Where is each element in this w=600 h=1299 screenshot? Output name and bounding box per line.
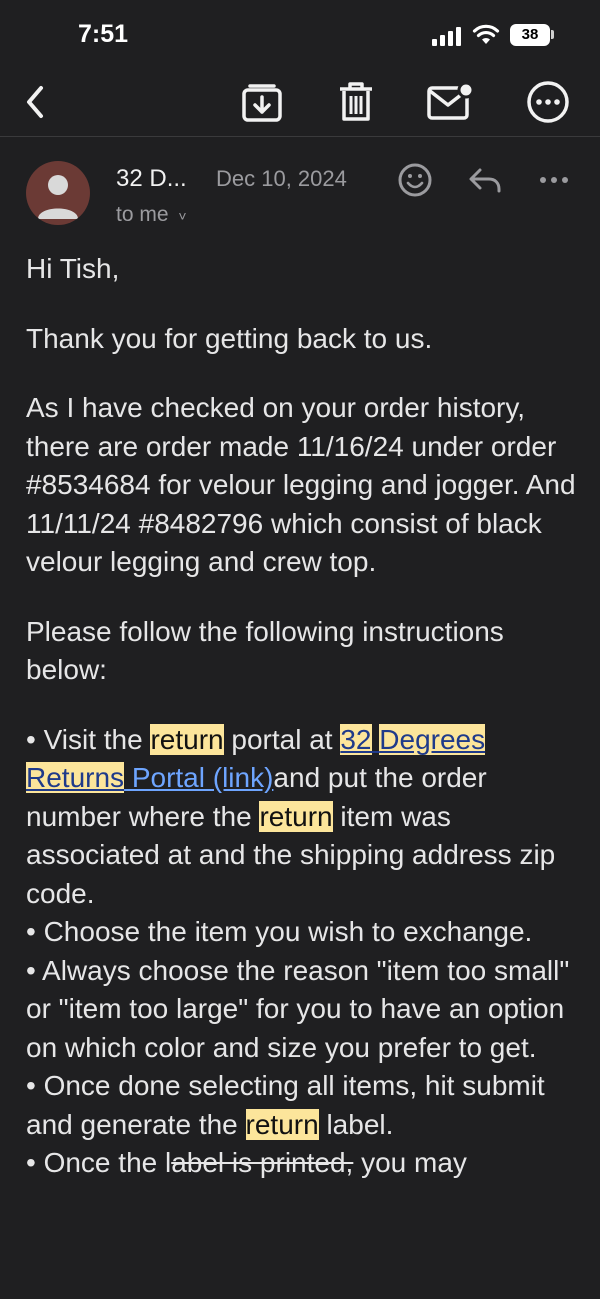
reply-icon[interactable]	[464, 159, 506, 201]
message-date: Dec 10, 2024	[216, 166, 347, 191]
message-more-icon[interactable]	[533, 159, 575, 201]
list-item-text: you may	[353, 1147, 467, 1178]
battery-icon: 38	[510, 24, 550, 46]
emoji-reaction-icon[interactable]	[394, 159, 436, 201]
returns-portal-link-text[interactable]: Portal (link)	[124, 762, 274, 793]
message-header: 32 D... Dec 10, 2024 to me ˅	[0, 137, 600, 247]
body-paragraph-2: As I have checked on your order history,…	[26, 392, 576, 577]
message-toolbar	[0, 70, 600, 137]
list-item-text: • Once the l	[26, 1147, 172, 1178]
list-item: • Always choose the reason "item too sma…	[26, 954, 570, 1063]
search-highlight: return	[259, 800, 333, 832]
mail-unread-icon[interactable]	[426, 78, 474, 126]
list-item-text: portal at	[223, 723, 341, 755]
trash-icon[interactable]	[332, 78, 380, 126]
instruction-list: • Visit the return portal at 32 Degrees …	[26, 721, 586, 1183]
search-highlight: return	[245, 1108, 319, 1140]
recipient-label: to me	[116, 203, 169, 226]
list-item-text: label.	[318, 1108, 394, 1140]
sender-name[interactable]: 32 D...	[116, 165, 187, 193]
search-highlight: return	[150, 723, 224, 755]
list-item-text: • Visit the	[26, 723, 151, 755]
list-item: • Visit the return portal at 32 Degrees …	[26, 721, 586, 914]
wifi-icon	[472, 24, 500, 44]
avatar[interactable]	[26, 161, 90, 225]
status-bar: 7:51 38	[0, 0, 600, 70]
strikethrough-text: abel is printed,	[171, 1147, 354, 1178]
greeting: Hi Tish,	[26, 253, 120, 284]
battery-cap	[551, 30, 554, 39]
list-item: • Choose the item you wish to exchange.	[26, 916, 533, 947]
body-paragraph-3: Please follow the following instructions…	[26, 615, 504, 686]
body-paragraph-1: Thank you for getting back to us.	[26, 322, 433, 354]
list-item: • Once the label is printed, you may	[26, 1144, 586, 1183]
message-body: Hi Tish, Thank you for getting back to u…	[26, 250, 586, 1183]
cellular-signal-icon	[432, 26, 464, 46]
status-time: 7:51	[78, 20, 129, 48]
recipient-toggle[interactable]: to me ˅	[116, 203, 187, 227]
chevron-down-icon: ˅	[178, 208, 187, 224]
archive-icon[interactable]	[238, 78, 286, 126]
list-item: • Once done selecting all items, hit sub…	[26, 1067, 586, 1144]
back-icon[interactable]	[12, 78, 60, 126]
more-circle-icon[interactable]	[524, 78, 572, 126]
